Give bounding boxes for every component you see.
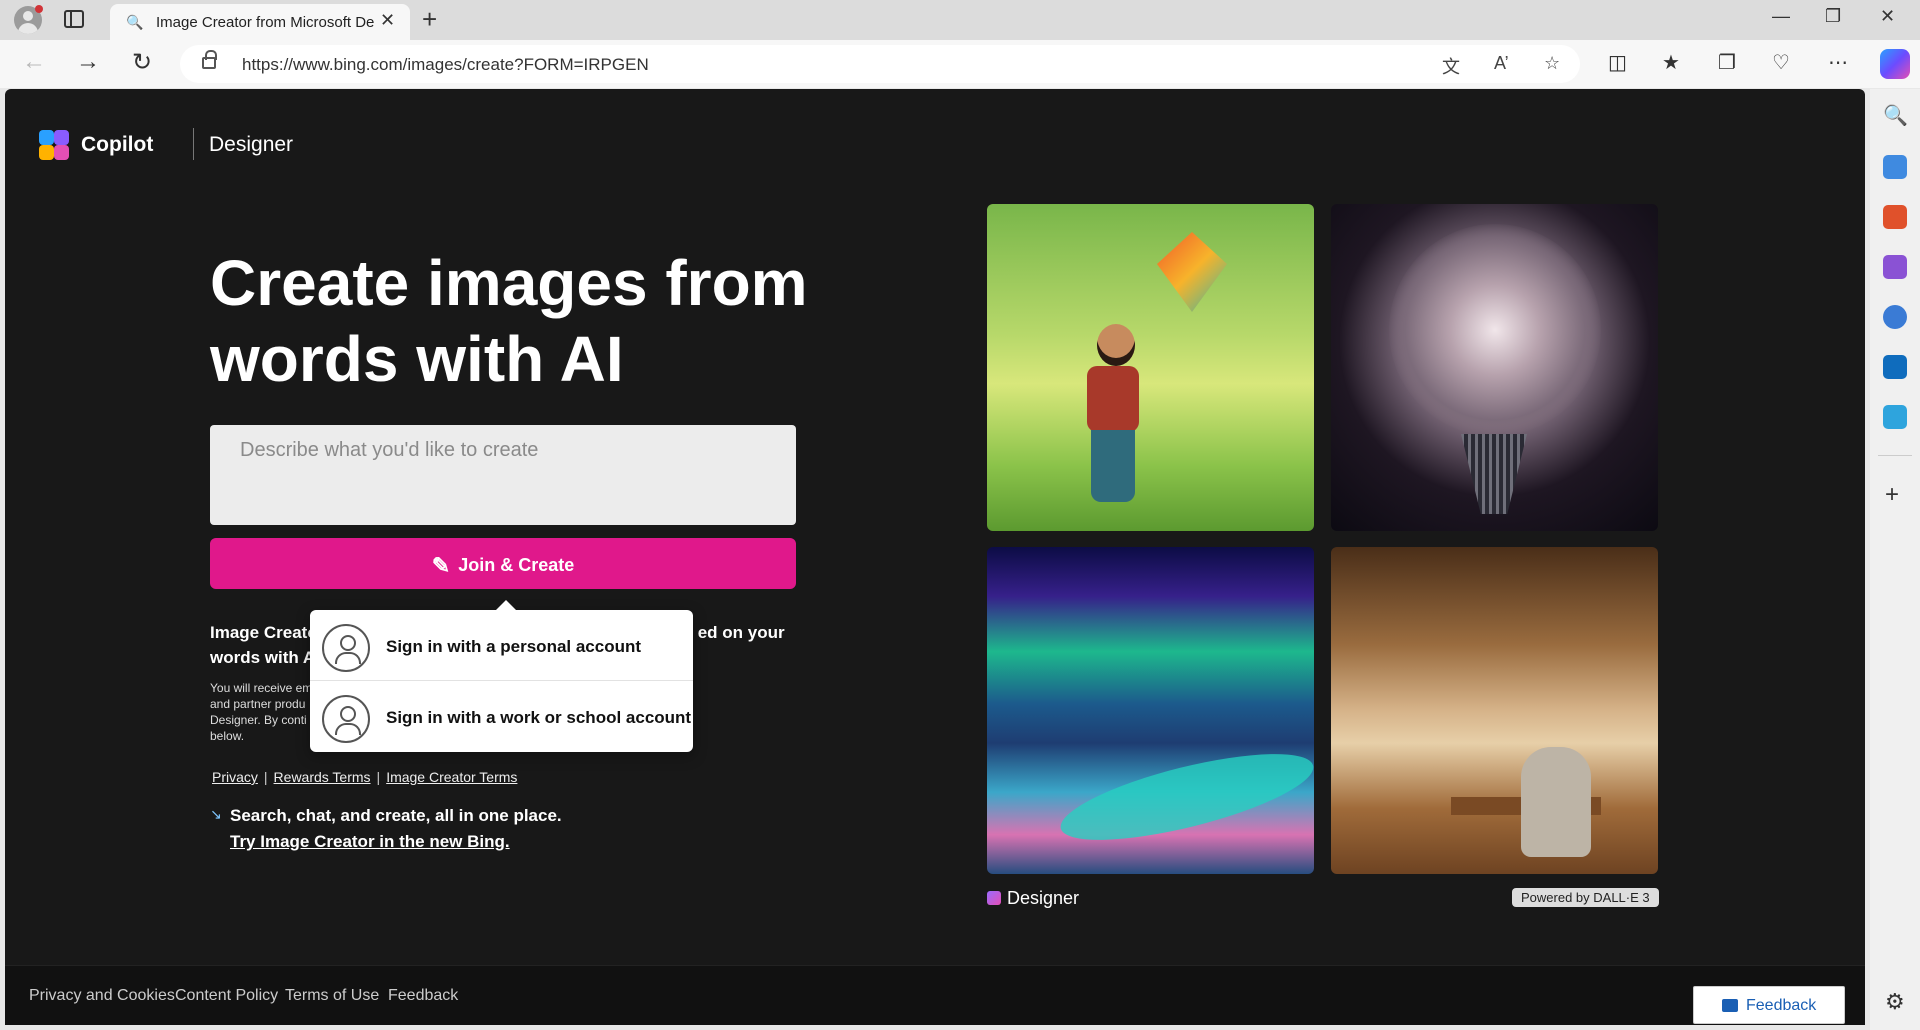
page-title: Create images from words with AI	[210, 247, 808, 395]
promo-text: Search, chat, and create, all in one pla…	[230, 806, 562, 825]
image-creator-terms-link[interactable]: Image Creator Terms	[386, 769, 517, 785]
join-create-button[interactable]: ✎ Join & Create	[210, 538, 796, 589]
signin-work-label: Sign in with a work or school account	[386, 708, 692, 727]
arrow-down-right-icon: ↘	[210, 806, 222, 822]
sidebar-add-icon[interactable]: +	[1885, 481, 1899, 509]
feedback-button[interactable]: Feedback	[1693, 986, 1845, 1024]
collections-icon[interactable]: ❐	[1718, 50, 1736, 75]
signin-personal-option[interactable]: Sign in with a personal account	[310, 610, 693, 681]
page-footer: Privacy and Cookies Content Policy Terms…	[5, 965, 1865, 1025]
back-icon[interactable]: ←	[22, 48, 46, 76]
browser-title-bar: 🔍 Image Creator from Microsoft Designer …	[0, 0, 1920, 40]
notification-dot-icon	[35, 5, 43, 13]
brand-name[interactable]: Copilot	[81, 133, 153, 157]
tab-actions-icon[interactable]	[64, 10, 84, 28]
prompt-input[interactable]	[210, 425, 796, 525]
search-icon: 🔍	[126, 14, 144, 30]
favorite-star-icon[interactable]: ☆	[1544, 53, 1560, 74]
forward-icon[interactable]: →	[76, 48, 100, 76]
translate-icon[interactable]: 文	[1442, 53, 1460, 79]
sidebar-m365-icon[interactable]	[1883, 305, 1907, 329]
more-options-icon[interactable]: ⋯	[1828, 50, 1848, 75]
split-screen-icon[interactable]: ◫	[1608, 50, 1627, 75]
work-account-icon	[322, 695, 370, 743]
sidebar-divider	[1878, 455, 1912, 456]
sidebar-drop-icon[interactable]	[1883, 405, 1907, 429]
refresh-icon[interactable]: ↻	[132, 48, 152, 77]
page-viewport: Copilot Designer Create images from word…	[5, 89, 1865, 1025]
favorites-icon[interactable]: ★	[1662, 50, 1680, 75]
read-aloud-icon[interactable]: A’	[1494, 53, 1509, 74]
brush-icon: ✎	[431, 553, 451, 578]
copilot-icon[interactable]	[1880, 49, 1910, 79]
new-tab-icon[interactable]: +	[422, 4, 437, 35]
product-name[interactable]: Designer	[209, 133, 293, 157]
footer-content-policy-link[interactable]: Content Policy	[175, 987, 278, 1005]
signin-popup: Sign in with a personal account Sign in …	[310, 600, 693, 752]
browser-essentials-icon[interactable]: ♡	[1772, 50, 1790, 75]
copilot-logo-icon[interactable]	[39, 130, 69, 160]
footer-privacy-link[interactable]: Privacy and Cookies	[29, 987, 175, 1005]
sidebar-tools-icon[interactable]	[1883, 205, 1907, 229]
personal-account-icon	[322, 624, 370, 672]
close-tab-icon[interactable]: ✕	[380, 10, 395, 31]
browser-toolbar: ← → ↻ https://www.bing.com/images/create…	[0, 40, 1920, 88]
signin-work-option[interactable]: Sign in with a work or school account	[310, 681, 693, 752]
try-new-bing-link[interactable]: Try Image Creator in the new Bing.	[230, 832, 510, 852]
close-window-icon[interactable]: ✕	[1880, 6, 1895, 27]
powered-by-badge: Powered by DALL·E 3	[1512, 888, 1659, 907]
gallery-image-bouquet[interactable]	[1331, 204, 1658, 531]
brand-divider	[193, 128, 194, 160]
privacy-link[interactable]: Privacy	[212, 769, 258, 785]
designer-icon	[987, 891, 1001, 905]
url-text[interactable]: https://www.bing.com/images/create?FORM=…	[242, 55, 649, 75]
sidebar-games-icon[interactable]	[1883, 255, 1907, 279]
sidebar-outlook-icon[interactable]	[1883, 355, 1907, 379]
restore-icon[interactable]: ❐	[1825, 6, 1841, 27]
join-create-label: Join & Create	[458, 555, 575, 575]
minimize-icon[interactable]: —	[1772, 6, 1790, 27]
address-bar[interactable]: https://www.bing.com/images/create?FORM=…	[180, 45, 1580, 83]
sidebar-settings-icon[interactable]: ⚙	[1885, 989, 1905, 1015]
sidebar-shopping-icon[interactable]	[1883, 155, 1907, 179]
edge-sidebar: 🔍 + ⚙	[1870, 89, 1920, 1030]
gallery-image-kite[interactable]	[987, 204, 1314, 531]
lock-icon[interactable]	[202, 50, 217, 69]
browser-tab-active[interactable]: 🔍 Image Creator from Microsoft Designer …	[110, 4, 410, 40]
sidebar-search-icon[interactable]: 🔍	[1883, 103, 1908, 127]
legal-links: Privacy | Rewards Terms | Image Creator Term…	[212, 769, 518, 785]
rewards-terms-link[interactable]: Rewards Terms	[274, 769, 371, 785]
signin-personal-label: Sign in with a personal account	[386, 637, 642, 656]
footer-feedback-link[interactable]: Feedback	[388, 987, 458, 1005]
gallery-image-library[interactable]	[1331, 547, 1658, 874]
footer-terms-link[interactable]: Terms of Use	[285, 987, 379, 1005]
tab-title: Image Creator from Microsoft Designer	[156, 14, 374, 31]
gallery-image-aurora[interactable]	[987, 547, 1314, 874]
designer-label: Designer	[987, 888, 1079, 909]
feedback-icon	[1722, 999, 1738, 1012]
